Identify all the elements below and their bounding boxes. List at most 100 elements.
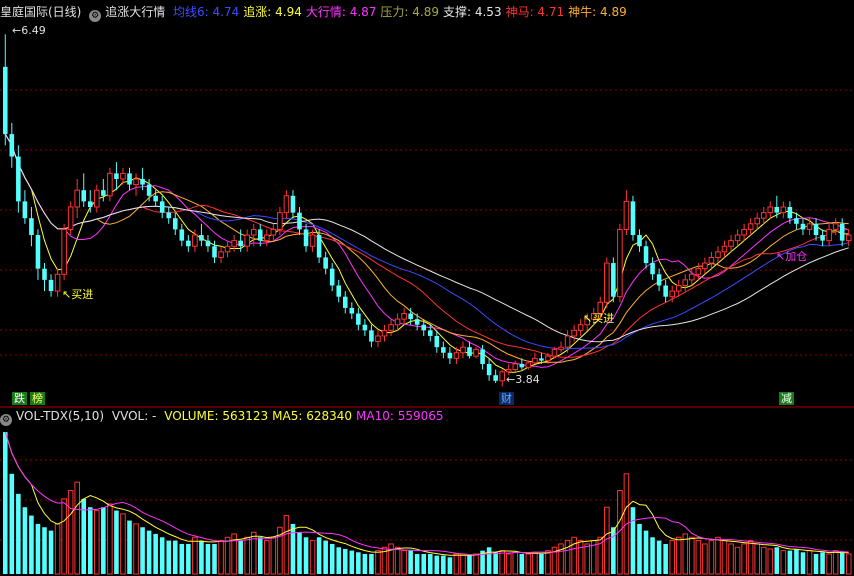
volume-bar — [499, 550, 505, 575]
chart-grid — [0, 89, 854, 541]
candle-body — [525, 362, 532, 368]
candle-body — [114, 173, 119, 179]
volume-bar — [505, 553, 512, 575]
candle-body — [675, 284, 682, 292]
candle-body — [277, 212, 283, 230]
volume-bar — [532, 551, 538, 575]
volume-bar — [35, 523, 41, 574]
candle-body — [401, 313, 407, 320]
candle-body — [388, 324, 394, 331]
ma-line — [4, 133, 849, 350]
candle-body — [179, 229, 185, 241]
candle-body — [767, 206, 774, 214]
volume-bar — [375, 550, 381, 575]
volume-bar — [16, 493, 21, 574]
volume-bar — [643, 530, 649, 574]
candle-body — [519, 363, 525, 368]
indicator-value-item: 神马: 4.71 — [505, 5, 565, 19]
volume-indicator-name[interactable]: VOL-TDX(5,10) — [16, 409, 104, 423]
indicator-value-item: 支撑: 4.53 — [443, 5, 502, 19]
candle-body — [780, 206, 787, 214]
volume-bar — [813, 553, 819, 574]
volume-bar — [290, 523, 296, 574]
volume-bar — [460, 553, 466, 575]
candle-body — [48, 279, 54, 292]
volume-bar — [401, 550, 407, 575]
volume-bar — [820, 552, 825, 574]
candle-body — [505, 369, 512, 373]
volume-bar — [447, 557, 453, 574]
volume-bar — [283, 515, 290, 575]
volume-bar — [800, 552, 806, 574]
candle-body — [695, 268, 702, 275]
candle-body — [127, 173, 132, 185]
candle-body — [120, 172, 126, 180]
volume-bar — [558, 543, 564, 575]
candle-body — [140, 178, 145, 185]
ma-line — [4, 133, 849, 373]
volume-bar — [303, 537, 309, 574]
candle-body — [539, 358, 544, 361]
volume-ma5-line — [4, 431, 849, 556]
candle-body — [199, 235, 204, 241]
volume-bar — [192, 536, 198, 575]
candle-body — [669, 290, 675, 298]
volume-bar — [127, 520, 132, 574]
candle-body — [212, 246, 217, 258]
event-tag[interactable]: 减 — [779, 392, 794, 405]
event-tag[interactable]: 跌 — [12, 392, 27, 405]
volume-value-item: MA10: 559065 — [356, 409, 444, 423]
volume-bar — [787, 550, 793, 574]
candle-body — [460, 346, 466, 354]
indicator-values: 均线6: 4.74 追涨: 4.94 大行情: 4.87 压力: 4.89 支撑: 4.… — [173, 5, 631, 19]
volume-bar — [473, 553, 479, 575]
candle-body — [9, 134, 15, 157]
candle-body — [806, 223, 813, 230]
candle-body — [689, 273, 695, 281]
volume-bar — [388, 543, 394, 575]
volume-bar — [421, 553, 427, 574]
volume-bar — [349, 550, 355, 574]
candle-body — [349, 307, 355, 314]
candle-body — [728, 240, 734, 247]
volume-bar — [238, 540, 243, 574]
volume-bar — [760, 546, 767, 575]
candle-body — [297, 212, 302, 230]
volume-bar — [656, 540, 662, 574]
candle-body — [67, 206, 74, 230]
indicator-value-item: 压力: 4.89 — [380, 5, 439, 19]
volume-bar — [120, 513, 126, 575]
volume-bar — [414, 553, 420, 574]
volume-bar — [747, 540, 754, 575]
price-header: 皇庭国际(日线) ⚙ 追涨大行情 均线6: 4.74 追涨: 4.94 大行情: 4.… — [0, 4, 635, 22]
volume-bar — [224, 536, 231, 575]
candle-body — [427, 330, 433, 336]
candle-body — [290, 195, 296, 213]
candle-body — [309, 234, 316, 247]
volume-bar — [9, 473, 15, 574]
candle-body — [231, 240, 237, 247]
indicator-value-item: 追涨: 4.94 — [243, 5, 302, 19]
indicator-name[interactable]: 追涨大行情 — [105, 5, 165, 19]
volume-header: ⚙ VOL-TDX(5,10) VVOL: - VOLUME: 563123 MA5… — [0, 408, 452, 426]
candle-body — [414, 319, 420, 325]
candle-body — [611, 263, 616, 297]
candle-body — [54, 273, 61, 292]
volume-bar — [362, 553, 368, 574]
candle-body — [813, 223, 819, 236]
candle-body — [186, 240, 191, 247]
indicator-value-item: 神牛: 4.89 — [568, 5, 627, 19]
settings-icon[interactable]: ⚙ — [0, 414, 12, 426]
candle-body — [682, 279, 689, 286]
candle-body — [224, 245, 231, 253]
volume-bar — [264, 540, 270, 575]
candle-body — [146, 184, 152, 196]
candle-body — [604, 262, 610, 303]
event-tag[interactable]: 财 — [499, 392, 514, 405]
volume-bar — [702, 543, 708, 575]
candle-body — [166, 212, 172, 219]
candle-body — [486, 363, 492, 376]
settings-icon[interactable]: ⚙ — [89, 10, 102, 22]
event-tag[interactable]: 榜 — [30, 392, 45, 405]
candle-body — [637, 235, 642, 247]
